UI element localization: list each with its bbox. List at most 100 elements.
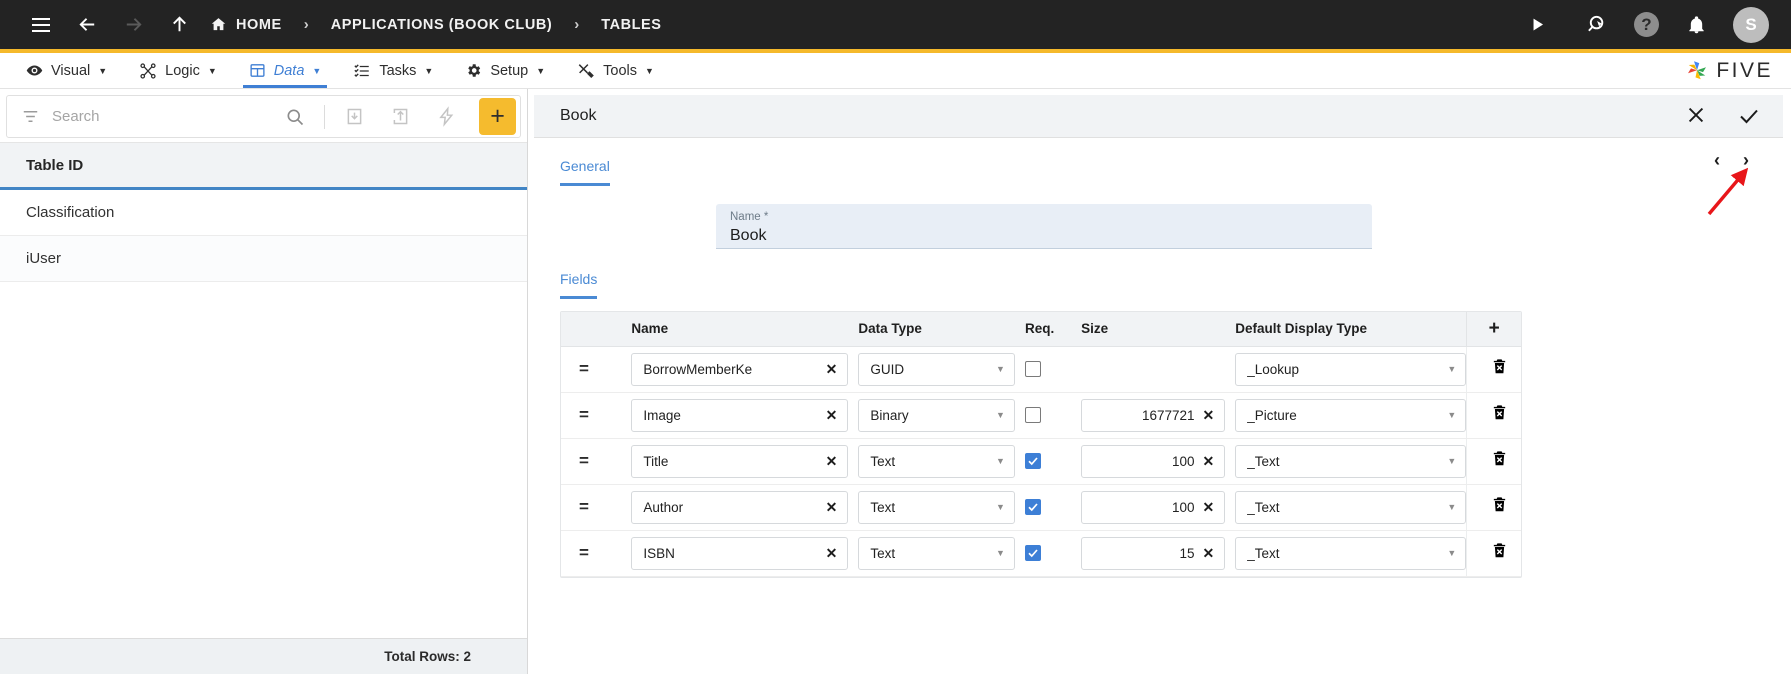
data-type-select[interactable]: Text ▼ bbox=[858, 444, 1015, 478]
trash-delete-icon[interactable] bbox=[1491, 542, 1508, 559]
display-type-select[interactable]: _Text ▼ bbox=[1235, 444, 1467, 478]
search-input[interactable] bbox=[52, 108, 266, 125]
run-icon[interactable] bbox=[1514, 2, 1560, 48]
display-type-select[interactable]: _Text ▼ bbox=[1235, 536, 1467, 570]
search-icon[interactable] bbox=[278, 95, 312, 138]
table-row: = Author ✕ Text ▼ 100 ✕ _Text ▼ bbox=[561, 484, 1521, 531]
export-icon[interactable] bbox=[383, 95, 417, 138]
forward-arrow-icon[interactable] bbox=[110, 2, 156, 48]
drag-handle-icon[interactable]: = bbox=[571, 451, 589, 470]
clear-icon[interactable]: ✕ bbox=[824, 407, 840, 424]
clear-icon[interactable]: ✕ bbox=[1201, 499, 1217, 516]
breadcrumb-item-home[interactable]: HOME bbox=[202, 16, 290, 33]
filter-icon[interactable] bbox=[21, 107, 40, 126]
help-icon[interactable]: ? bbox=[1634, 12, 1659, 37]
table-list-item-classification[interactable]: Classification bbox=[0, 190, 527, 236]
menu-item-logic[interactable]: Logic ▼ bbox=[123, 53, 233, 88]
clear-icon[interactable]: ✕ bbox=[824, 499, 840, 516]
check-icon[interactable] bbox=[1737, 104, 1761, 128]
tab-fields[interactable]: Fields bbox=[560, 271, 598, 299]
logic-nodes-icon bbox=[139, 62, 157, 80]
back-arrow-icon[interactable] bbox=[64, 2, 110, 48]
fields-grid-header-row: Name Data Type Req. Size Default Display… bbox=[561, 312, 1521, 347]
data-type-select[interactable]: Text ▼ bbox=[858, 536, 1015, 570]
required-checkbox[interactable] bbox=[1024, 453, 1041, 469]
field-size-input[interactable]: 1677721 ✕ bbox=[1081, 398, 1226, 432]
lightning-icon[interactable] bbox=[429, 95, 463, 138]
menu-item-data[interactable]: Data ▼ bbox=[233, 53, 338, 88]
column-header-req: Req. bbox=[1014, 312, 1072, 347]
clear-icon[interactable]: ✕ bbox=[824, 361, 840, 378]
notifications-bell-icon[interactable] bbox=[1673, 2, 1719, 48]
page-title: Book bbox=[560, 107, 597, 124]
chevron-right-icon: › bbox=[574, 16, 580, 33]
drag-handle-icon[interactable]: = bbox=[571, 359, 589, 378]
next-record-button[interactable]: › bbox=[1743, 150, 1749, 171]
avatar[interactable]: S bbox=[1733, 6, 1769, 43]
column-header-default-display-type: Default Display Type bbox=[1225, 312, 1467, 347]
detail-tabs: General ‹ › bbox=[534, 138, 1783, 216]
required-checkbox[interactable] bbox=[1024, 361, 1041, 377]
up-arrow-icon[interactable] bbox=[156, 2, 202, 48]
row-displaytype-cell: _Text ▼ bbox=[1225, 484, 1467, 531]
chevron-down-icon: ▼ bbox=[424, 65, 434, 76]
display-type-select[interactable]: _Text ▼ bbox=[1235, 490, 1467, 524]
eye-icon bbox=[26, 62, 43, 79]
field-size-input[interactable]: 15 ✕ bbox=[1081, 536, 1226, 570]
breadcrumb-item-applications[interactable]: APPLICATIONS (BOOK CLUB) bbox=[323, 17, 561, 33]
data-type-select[interactable]: Text ▼ bbox=[858, 490, 1015, 524]
import-icon[interactable] bbox=[337, 95, 371, 138]
field-name-input[interactable]: Title ✕ bbox=[631, 444, 849, 478]
menu-item-tools[interactable]: Tools ▼ bbox=[561, 53, 670, 88]
search-pointer-icon[interactable] bbox=[1574, 2, 1620, 48]
trash-delete-icon[interactable] bbox=[1491, 358, 1508, 375]
required-checkbox[interactable] bbox=[1024, 545, 1041, 561]
drag-handle-icon[interactable]: = bbox=[571, 405, 589, 424]
clear-icon[interactable]: ✕ bbox=[824, 545, 840, 562]
add-field-button[interactable]: + bbox=[1489, 318, 1500, 339]
field-size-value: 100 bbox=[1172, 499, 1195, 515]
required-checkbox[interactable] bbox=[1024, 499, 1041, 515]
row-name-cell: Title ✕ bbox=[621, 438, 849, 485]
trash-delete-icon[interactable] bbox=[1491, 450, 1508, 467]
clear-icon[interactable]: ✕ bbox=[1201, 407, 1217, 424]
field-size-input[interactable]: 100 ✕ bbox=[1081, 490, 1226, 524]
row-req-cell bbox=[1014, 438, 1072, 485]
drag-handle-icon[interactable]: = bbox=[571, 497, 589, 516]
display-type-select[interactable]: _Lookup ▼ bbox=[1235, 352, 1467, 386]
field-name-input[interactable]: ISBN ✕ bbox=[631, 536, 849, 570]
clear-icon[interactable]: ✕ bbox=[1201, 545, 1217, 562]
field-name-input[interactable]: Image ✕ bbox=[631, 398, 849, 432]
required-checkbox[interactable] bbox=[1024, 407, 1041, 423]
clear-icon[interactable]: ✕ bbox=[824, 453, 840, 470]
menu-item-visual[interactable]: Visual ▼ bbox=[10, 53, 123, 88]
row-datatype-cell: GUID ▼ bbox=[848, 346, 1015, 393]
breadcrumb-label-tables: TABLES bbox=[601, 16, 662, 33]
top-navigation-bar: HOME › APPLICATIONS (BOOK CLUB) › TABLES… bbox=[0, 0, 1791, 53]
row-displaytype-cell: _Text ▼ bbox=[1225, 438, 1467, 485]
table-list-item-iuser[interactable]: iUser bbox=[0, 236, 527, 282]
display-type-select[interactable]: _Picture ▼ bbox=[1235, 398, 1467, 432]
tab-general[interactable]: General bbox=[560, 158, 610, 186]
add-table-button[interactable]: + bbox=[479, 98, 516, 135]
field-name-input[interactable]: BorrowMemberKe ✕ bbox=[631, 352, 849, 386]
row-size-cell bbox=[1071, 346, 1226, 393]
clear-icon[interactable]: ✕ bbox=[1201, 453, 1217, 470]
row-size-cell: 100 ✕ bbox=[1071, 484, 1226, 531]
breadcrumb-item-tables[interactable]: TABLES bbox=[593, 17, 669, 33]
close-icon[interactable] bbox=[1685, 104, 1707, 128]
previous-record-button[interactable]: ‹ bbox=[1714, 150, 1720, 171]
menu-item-setup[interactable]: Setup ▼ bbox=[449, 53, 561, 88]
drag-handle-icon[interactable]: = bbox=[571, 543, 589, 562]
trash-delete-icon[interactable] bbox=[1491, 496, 1508, 513]
data-type-select[interactable]: GUID ▼ bbox=[858, 352, 1015, 386]
field-name-input[interactable]: Author ✕ bbox=[631, 490, 849, 524]
data-type-select[interactable]: Binary ▼ bbox=[858, 398, 1015, 432]
list-item-label: iUser bbox=[26, 250, 62, 267]
hamburger-menu-icon[interactable] bbox=[18, 2, 64, 48]
name-field[interactable]: Name * Book bbox=[716, 204, 1372, 249]
menu-item-tasks[interactable]: Tasks ▼ bbox=[337, 53, 449, 88]
trash-delete-icon[interactable] bbox=[1491, 404, 1508, 421]
table-row: = ISBN ✕ Text ▼ 15 ✕ _Text ▼ bbox=[561, 530, 1521, 577]
field-size-input[interactable]: 100 ✕ bbox=[1081, 444, 1226, 478]
